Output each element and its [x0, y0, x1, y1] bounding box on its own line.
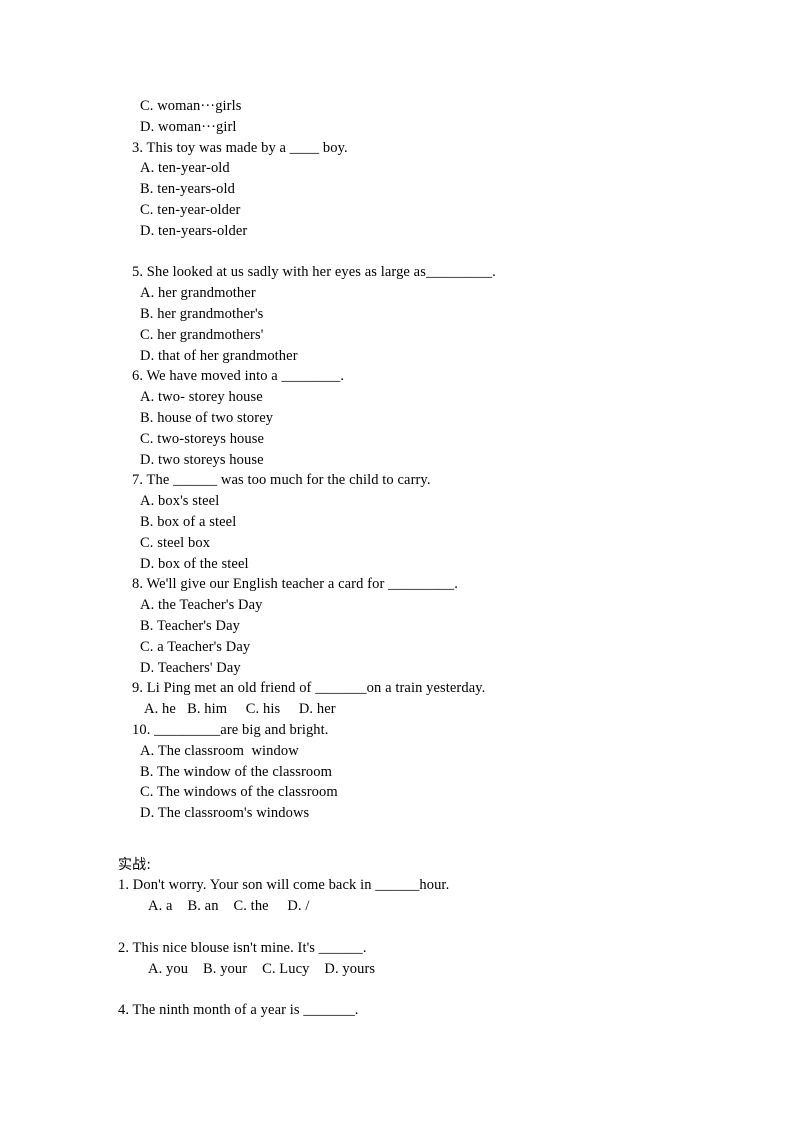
- document-content: C. woman···girls D. woman···girl 3. This…: [118, 96, 718, 1021]
- option-line: D. Teachers' Day: [140, 659, 241, 676]
- question-line: 2. This nice blouse isn't mine. It's ___…: [118, 939, 367, 956]
- question-line: 7. The ______ was too much for the child…: [132, 472, 431, 489]
- option-line: C. The windows of the classroom: [140, 784, 338, 801]
- question-line: 3. This toy was made by a ____ boy.: [132, 139, 348, 156]
- option-line: C. her grandmothers': [140, 326, 264, 343]
- option-line: C. woman···girls: [140, 98, 242, 114]
- option-line: C. two-storeys house: [140, 430, 265, 447]
- option-line: D. two storeys house: [140, 451, 264, 468]
- question-line: 8. We'll give our English teacher a card…: [132, 576, 458, 593]
- section-gap-small: [118, 845, 718, 855]
- option-line: B. Teacher's Day: [140, 617, 240, 634]
- section-heading: 实战:: [118, 856, 152, 873]
- option-line: A. two- storey house: [140, 389, 263, 406]
- option-line: D. The classroom's windows: [140, 805, 310, 822]
- option-line: C. a Teacher's Day: [140, 638, 251, 655]
- document-page: C. woman···girls D. woman···girl 3. This…: [0, 0, 794, 1123]
- option-line: B. The window of the classroom: [140, 763, 333, 780]
- option-line: A. The classroom window: [140, 742, 299, 759]
- option-line: D. box of the steel: [140, 555, 249, 572]
- section-exercise-list: C. woman···girls D. woman···girl 3. This…: [118, 96, 718, 824]
- question-line: 6. We have moved into a ________.: [132, 368, 345, 385]
- option-line: D. that of her grandmother: [140, 347, 298, 364]
- question-line: 4. The ninth month of a year is _______.: [118, 1002, 359, 1019]
- question-line: 1. Don't worry. Your son will come back …: [118, 877, 450, 894]
- option-line: B. box of a steel: [140, 513, 237, 530]
- option-line: D. woman···girl: [140, 118, 237, 135]
- question-line: 10. _________are big and bright.: [132, 721, 329, 738]
- section-practice: 实战: 1. Don't worry. Your son will come b…: [118, 855, 718, 1021]
- option-line: C. steel box: [140, 534, 211, 551]
- option-line: A. the Teacher's Day: [140, 597, 263, 614]
- question-line: 5. She looked at us sadly with her eyes …: [132, 264, 496, 281]
- option-line: C. ten-year-older: [140, 201, 241, 218]
- option-line: B. ten-years-old: [140, 181, 236, 198]
- question-line: 9. Li Ping met an old friend of _______o…: [132, 680, 486, 697]
- option-line: A. box's steel: [140, 493, 220, 510]
- option-line: B. her grandmother's: [140, 305, 264, 322]
- option-line-inline: A. you B. your C. Lucy D. yours: [148, 960, 376, 977]
- option-line: B. house of two storey: [140, 409, 274, 426]
- option-line: A. ten-year-old: [140, 160, 230, 177]
- option-line: A. her grandmother: [140, 285, 256, 302]
- option-line-inline: A. he B. him C. his D. her: [144, 701, 336, 718]
- option-line: D. ten-years-older: [140, 222, 248, 239]
- option-line-inline: A. a B. an C. the D. /: [148, 898, 310, 915]
